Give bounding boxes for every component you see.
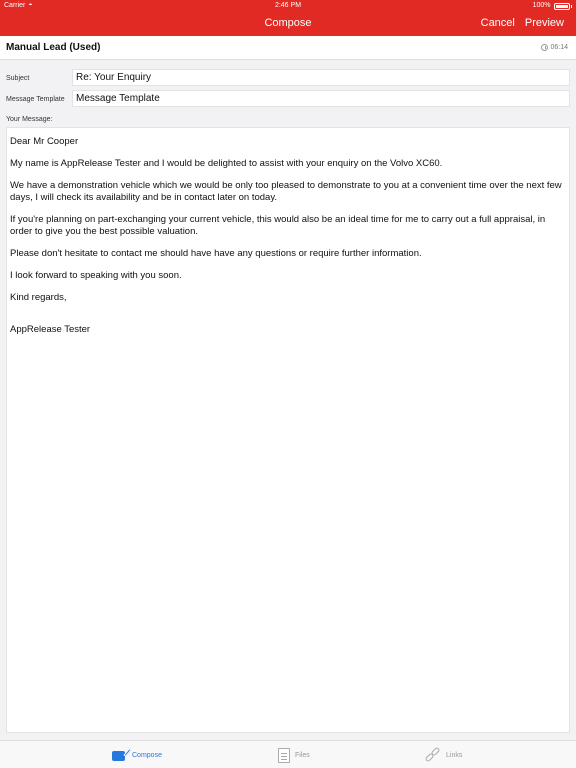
battery-indicator: 100% bbox=[533, 0, 572, 12]
subject-row: Subject bbox=[0, 69, 576, 89]
tab-files-label: Files bbox=[295, 751, 310, 759]
message-paragraph: Kind regards, bbox=[10, 292, 67, 303]
tab-compose-label: Compose bbox=[132, 751, 162, 759]
compose-icon bbox=[112, 747, 132, 762]
clock-icon bbox=[541, 44, 549, 51]
tab-files[interactable]: Files bbox=[278, 741, 310, 768]
top-bar: Carrier ◓ 2:46 PM 100% Compose Cancel Pre… bbox=[0, 0, 576, 36]
cancel-button[interactable]: Cancel bbox=[481, 17, 515, 29]
message-signature: AppRelease Tester bbox=[10, 324, 91, 335]
preview-button[interactable]: Preview bbox=[525, 17, 564, 29]
message-paragraph: Dear Mr Cooper bbox=[10, 136, 79, 147]
files-icon bbox=[278, 747, 290, 763]
status-bar: Carrier ◓ 2:46 PM 100% bbox=[0, 0, 576, 12]
lead-time: 06:14 bbox=[550, 44, 568, 51]
message-textarea[interactable]: Dear Mr Cooper My name is AppRelease Tes… bbox=[6, 127, 570, 733]
tab-bar: Compose Files Links bbox=[0, 740, 576, 768]
subject-label: Subject bbox=[6, 75, 30, 82]
tab-links[interactable]: Links bbox=[424, 741, 463, 768]
message-paragraph: We have a demonstration vehicle which we… bbox=[10, 180, 562, 203]
message-label: Your Message: bbox=[6, 116, 53, 123]
tab-links-label: Links bbox=[446, 751, 463, 759]
tab-compose[interactable]: Compose bbox=[112, 741, 162, 768]
status-time: 2:46 PM bbox=[274, 2, 302, 9]
template-label: Message Template bbox=[6, 96, 65, 103]
battery-percent: 100% bbox=[532, 2, 551, 9]
lead-header: Manual Lead (Used) 06:14 bbox=[0, 36, 576, 60]
link-icon bbox=[424, 746, 441, 763]
battery-icon bbox=[553, 2, 570, 10]
message-paragraph: If you're planning on part-exchanging yo… bbox=[10, 214, 546, 237]
lead-timer: 06:14 bbox=[541, 44, 568, 51]
message-paragraph: I look forward to speaking with you soon… bbox=[10, 270, 182, 281]
message-paragraph: Please don't hesitate to contact me shou… bbox=[10, 248, 422, 259]
message-paragraph: My name is AppRelease Tester and I would… bbox=[10, 158, 443, 169]
lead-title: Manual Lead (Used) bbox=[6, 42, 101, 53]
subject-input[interactable] bbox=[72, 69, 570, 86]
nav-actions: Cancel Preview bbox=[481, 17, 564, 29]
template-row: Message Template bbox=[0, 90, 576, 110]
template-input[interactable] bbox=[72, 90, 570, 107]
